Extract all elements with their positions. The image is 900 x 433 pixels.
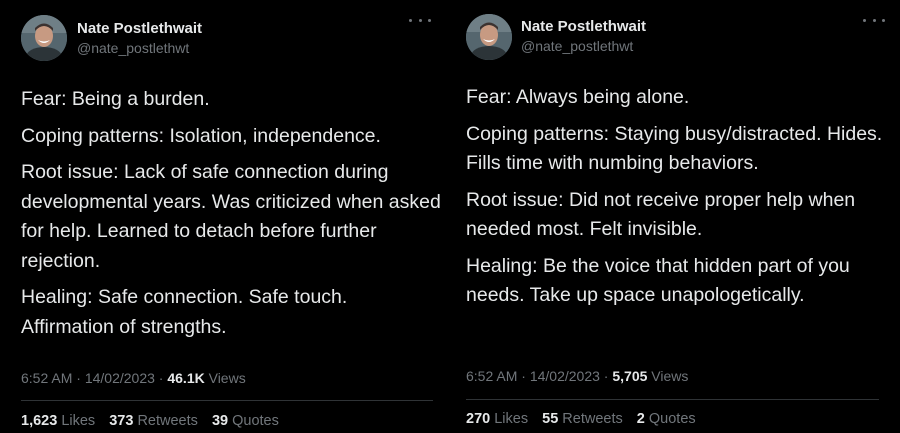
views-count: 46.1K [167,370,205,386]
retweets-count: 55 [542,411,559,427]
tweet-paragraph: Root issue: Lack of safe connection duri… [21,161,441,272]
more-options-icon[interactable] [863,14,885,26]
tweet-paragraph: Coping patterns: Staying busy/distracted… [466,122,883,175]
tweet-paragraph: Root issue: Did not receive proper help … [466,188,856,241]
engagement-stats: 270 Likes 55 Retweets 2 Quotes [466,411,706,427]
tweet-card-1[interactable]: Nate Postlethwait @nate_postlethwt Fear:… [0,0,445,433]
tweet-paragraph: Healing: Be the voice that hidden part o… [466,254,850,307]
retweets-label: Retweets [562,411,623,427]
likes-label: Likes [494,411,529,427]
quotes-count: 39 [211,413,229,429]
tweet-text: Fear: Being a burden. Coping patterns: I… [21,85,441,349]
avatar[interactable] [466,14,512,60]
views-label: Views [208,370,246,386]
tweet-paragraph: Fear: Being a burden. [21,88,210,110]
author-name[interactable]: Nate Postlethwait [77,20,202,37]
retweets-stat[interactable]: 373 Retweets [109,413,198,429]
tweet-time[interactable]: 6:52 AM [466,368,517,384]
quotes-count: 2 [636,411,645,427]
views-count: 5,705 [612,368,648,384]
meta-separator: · [521,368,530,384]
tweet-meta: 6:52 AM · 14/02/2023 · 5,705 Views [466,368,688,384]
tweet-date[interactable]: 14/02/2023 [530,368,600,384]
avatar-photo [21,15,67,61]
retweets-count: 373 [109,413,134,429]
quotes-label: Quotes [232,413,279,429]
avatar[interactable] [21,15,67,61]
author-handle[interactable]: @nate_postlethwt [521,38,633,54]
avatar-photo [466,14,512,60]
retweets-stat[interactable]: 55 Retweets [542,411,623,427]
tweet-card-2[interactable]: Nate Postlethwait @nate_postlethwt Fear:… [447,0,900,433]
retweets-label: Retweets [137,413,198,429]
quotes-stat[interactable]: 2 Quotes [637,411,696,427]
divider [466,399,879,400]
engagement-stats: 1,623 Likes 373 Retweets 39 Quotes [21,413,289,429]
quotes-stat[interactable]: 39 Quotes [212,413,279,429]
more-options-icon[interactable] [409,14,431,26]
tweet-meta: 6:52 AM · 14/02/2023 · 46.1K Views [21,370,246,386]
tweet-text: Fear: Always being alone. Coping pattern… [466,83,896,318]
meta-separator: · [76,370,85,386]
tweet-paragraph: Coping patterns: Isolation, independence… [21,124,381,147]
likes-count: 1,623 [21,413,58,429]
tweet-time[interactable]: 6:52 AM [21,370,72,386]
divider [21,400,433,401]
views-label: Views [651,368,689,384]
tweet-paragraph: Fear: Always being alone. [466,86,690,108]
author-name[interactable]: Nate Postlethwait [521,18,646,35]
tweet-paragraph: Healing: Safe connection. Safe touch. Af… [21,286,348,338]
tweet-date[interactable]: 14/02/2023 [85,370,155,386]
likes-label: Likes [61,413,96,429]
likes-stat[interactable]: 270 Likes [466,411,528,427]
quotes-label: Quotes [648,411,696,427]
author-handle[interactable]: @nate_postlethwt [77,40,189,56]
likes-stat[interactable]: 1,623 Likes [21,413,95,429]
likes-count: 270 [466,411,491,427]
